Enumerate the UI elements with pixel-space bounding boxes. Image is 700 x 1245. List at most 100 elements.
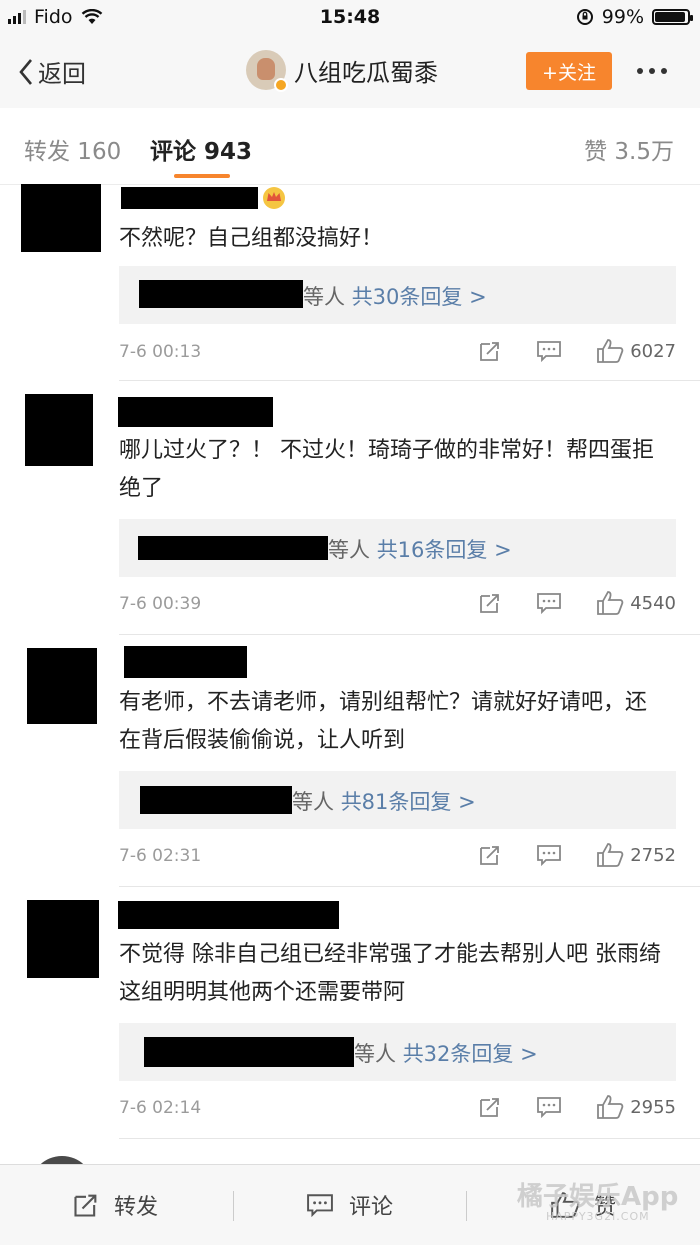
reply-preview[interactable]: 等人 共16条回复 > xyxy=(119,519,676,577)
share-icon xyxy=(480,846,500,865)
comment-icon xyxy=(307,1194,333,1218)
more-options-icon[interactable] xyxy=(637,68,667,74)
reply-action[interactable] xyxy=(536,591,562,615)
reply-action[interactable] xyxy=(536,843,562,867)
reply-preview[interactable]: 等人 共30条回复 > xyxy=(119,266,676,324)
back-label: 返回 xyxy=(38,60,86,88)
repost-action[interactable] xyxy=(478,843,502,867)
avatar[interactable] xyxy=(21,184,101,252)
comment-meta: 7-6 02:31 2752 xyxy=(119,842,676,872)
avatar[interactable] xyxy=(246,50,288,92)
reply-action[interactable] xyxy=(536,1095,562,1119)
reply-preview[interactable]: 等人 共81条回复 > xyxy=(119,771,676,829)
reply-user-redacted xyxy=(138,536,328,560)
divider xyxy=(119,634,700,635)
avatar[interactable] xyxy=(27,900,99,978)
like-action[interactable]: 6027 xyxy=(596,338,676,364)
watermark: 橘子娱乐App xyxy=(517,1182,679,1212)
battery-icon xyxy=(652,9,693,25)
divider xyxy=(119,380,700,381)
reply-user-redacted xyxy=(139,280,303,308)
tab-repost[interactable]: 转发 160 xyxy=(24,132,121,166)
tab-comments[interactable]: 评论 943 xyxy=(150,132,252,166)
comment-date: 7-6 02:31 xyxy=(119,846,202,866)
view-replies-link[interactable]: 共81条回复 > xyxy=(341,790,476,814)
comment-text: 有老师，不去请老师，请别组帮忙？请就好好请吧，还在背后假装偷偷说，让人听到 xyxy=(119,690,648,753)
view-replies-link[interactable]: 共32条回复 > xyxy=(403,1042,538,1066)
comment-list[interactable]: 不然呢？自己组都没搞好！ 等人 共30条回复 > 7-6 00:13 6027 xyxy=(0,184,700,1164)
watermark-url: HAPPY3G2I.COM xyxy=(546,1210,650,1223)
divider xyxy=(119,886,700,887)
tab-likes[interactable]: 赞 3.5万 xyxy=(584,132,674,166)
comment-icon xyxy=(537,845,562,867)
orientation-lock-icon xyxy=(576,9,593,25)
comment-text: 不然呢？自己组都没搞好！ xyxy=(119,226,384,251)
reply-summary: 等人 共16条回复 > xyxy=(328,538,512,562)
view-replies-link[interactable]: 共30条回复 > xyxy=(352,285,487,309)
avatar[interactable] xyxy=(25,394,93,466)
reply-summary: 等人 共81条回复 > xyxy=(292,790,476,814)
tab-active-indicator xyxy=(174,174,230,178)
comment-date: 7-6 00:13 xyxy=(119,342,202,362)
thumbs-up-icon xyxy=(597,843,624,867)
toolbar-divider xyxy=(233,1191,234,1221)
reply-user-redacted xyxy=(144,1037,354,1067)
reply-preview[interactable]: 等人 共32条回复 > xyxy=(119,1023,676,1081)
status-right: 99% xyxy=(576,6,693,28)
back-button[interactable]: 返回 xyxy=(18,54,86,89)
thumbs-up-icon xyxy=(597,339,624,363)
toolbar-comment-button[interactable]: 评论 xyxy=(305,1189,393,1221)
like-count: 2955 xyxy=(630,1096,676,1118)
thumbs-up-icon xyxy=(597,1095,624,1119)
username-redacted[interactable] xyxy=(121,187,258,209)
nav-bar: 返回 八组吃瓜蜀黍 +关注 xyxy=(0,36,700,108)
reply-action[interactable] xyxy=(536,339,562,363)
comment-text: 不觉得 除非自己组已经非常强了才能去帮别人吧 张雨绮这组明明其他两个还需要带阿 xyxy=(119,942,661,1005)
comment-icon xyxy=(537,341,562,363)
like-count: 2752 xyxy=(630,844,676,866)
comment-date: 7-6 00:39 xyxy=(119,594,202,614)
verified-badge-icon xyxy=(274,78,288,92)
toolbar-repost-button[interactable]: 转发 xyxy=(72,1189,158,1221)
follow-button[interactable]: +关注 xyxy=(526,52,612,90)
username-redacted[interactable] xyxy=(124,646,247,678)
comment-icon xyxy=(537,593,562,615)
like-action[interactable]: 2752 xyxy=(596,842,676,868)
comment-meta: 7-6 02:14 2955 xyxy=(119,1094,676,1124)
reply-summary: 等人 共30条回复 > xyxy=(303,285,487,309)
chevron-left-icon xyxy=(19,58,32,85)
status-bar: Fido 15:48 99% xyxy=(0,0,700,36)
comment-meta: 7-6 00:13 6027 xyxy=(119,338,676,368)
repost-action[interactable] xyxy=(478,591,502,615)
share-icon xyxy=(480,594,500,613)
toolbar-repost-label: 转发 xyxy=(114,1195,159,1220)
reply-summary: 等人 共32条回复 > xyxy=(354,1042,538,1066)
battery-percent: 99% xyxy=(601,6,644,28)
username-redacted[interactable] xyxy=(118,901,339,929)
share-icon xyxy=(74,1194,97,1217)
repost-action[interactable] xyxy=(478,339,502,363)
account-name: 八组吃瓜蜀黍 xyxy=(294,58,438,87)
toolbar-divider xyxy=(466,1191,467,1221)
view-replies-link[interactable]: 共16条回复 > xyxy=(377,538,512,562)
avatar[interactable] xyxy=(27,648,97,724)
like-action[interactable]: 4540 xyxy=(596,590,676,616)
comment-meta: 7-6 00:39 4540 xyxy=(119,590,676,620)
like-action[interactable]: 2955 xyxy=(596,1094,676,1120)
account-header[interactable]: 八组吃瓜蜀黍 xyxy=(246,50,438,92)
like-count: 4540 xyxy=(630,592,676,614)
username-redacted[interactable] xyxy=(118,397,273,427)
comment-date: 7-6 02:14 xyxy=(119,1098,202,1118)
comment-text: 哪儿过火了？！ 不过火！琦琦子做的非常好！帮四蛋拒绝了 xyxy=(119,438,654,501)
share-icon xyxy=(480,342,500,361)
tab-bar: 转发 160 评论 943 赞 3.5万 xyxy=(0,108,700,185)
repost-action[interactable] xyxy=(478,1095,502,1119)
toolbar-comment-label: 评论 xyxy=(349,1195,394,1220)
comment-icon xyxy=(537,1097,562,1119)
reply-user-redacted xyxy=(140,786,292,814)
avatar[interactable] xyxy=(30,1156,94,1164)
divider xyxy=(119,1138,700,1139)
thumbs-up-icon xyxy=(597,591,624,615)
like-count: 6027 xyxy=(630,340,676,362)
share-icon xyxy=(480,1098,500,1117)
